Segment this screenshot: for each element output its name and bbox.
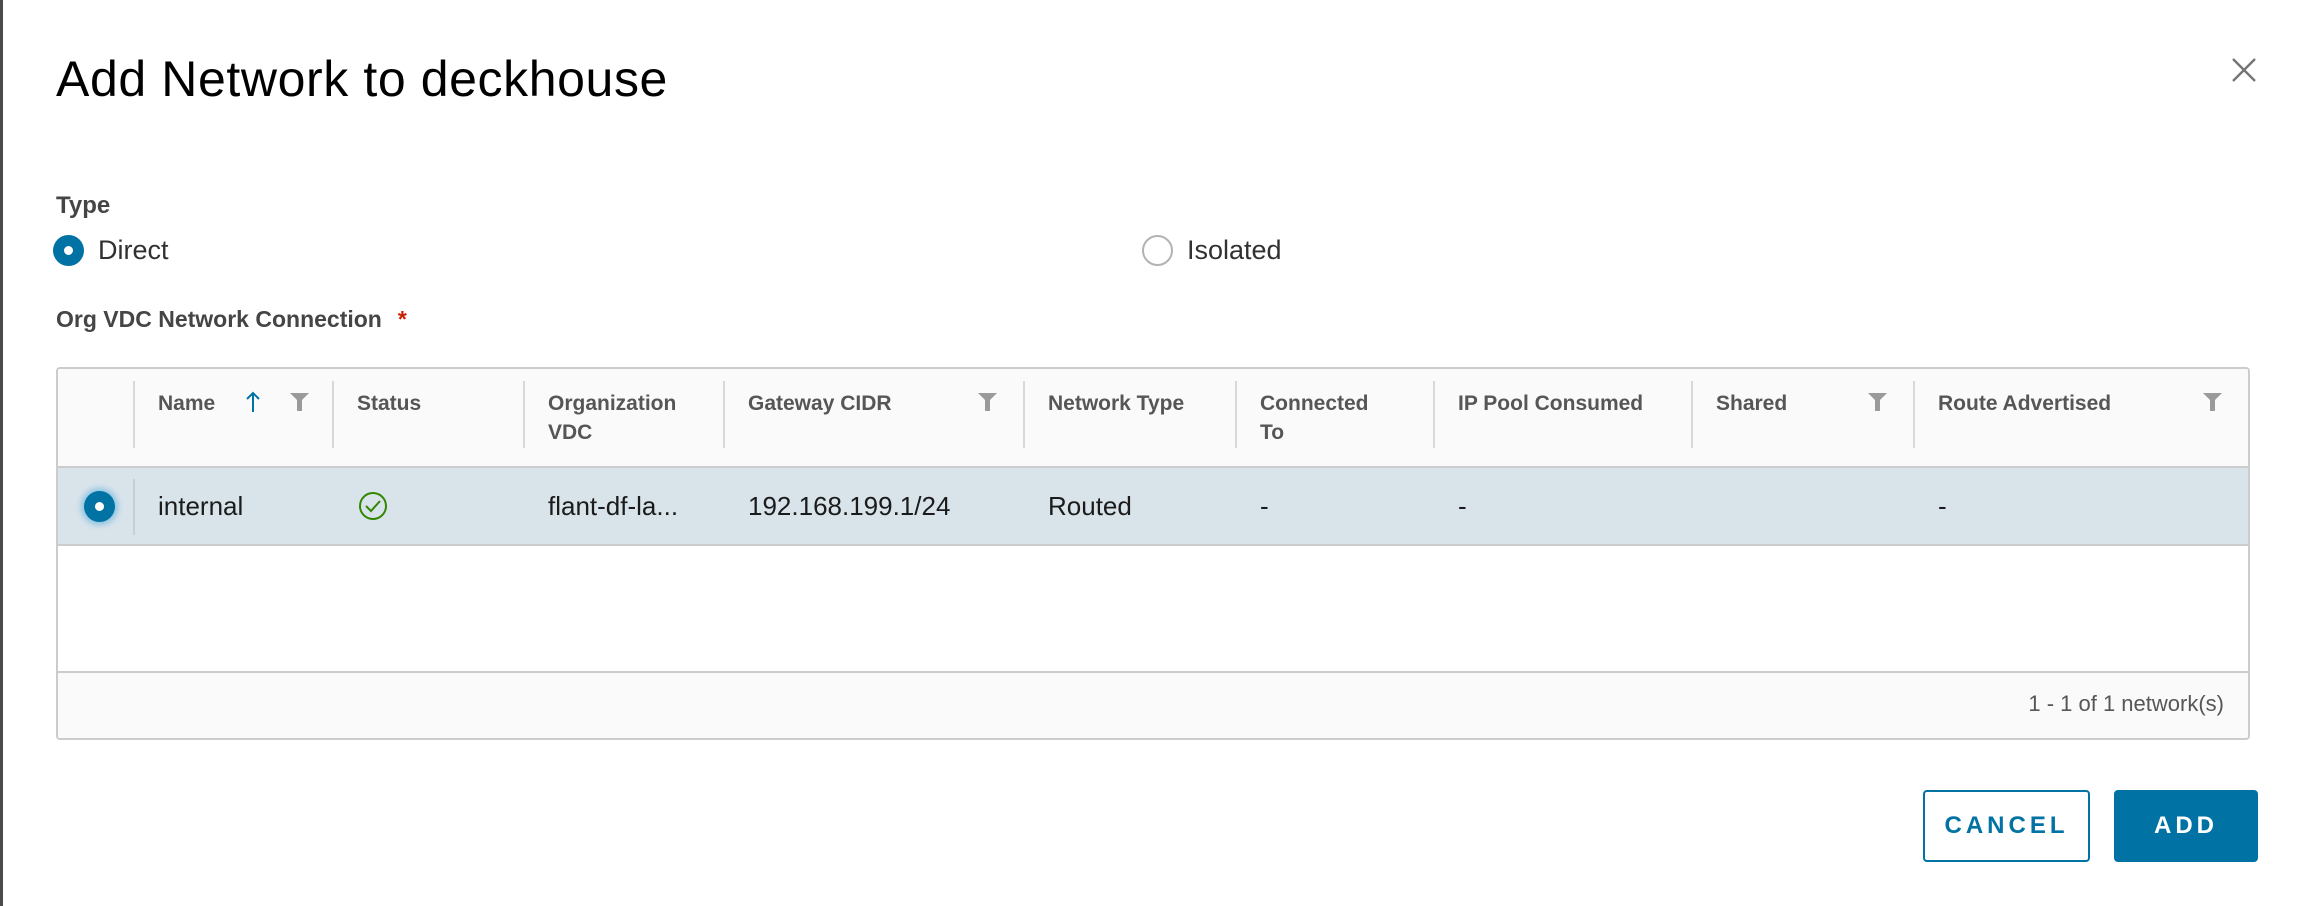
cell-text: - bbox=[1260, 490, 1269, 521]
column-divider[interactable] bbox=[723, 381, 725, 448]
cell-select[interactable] bbox=[58, 468, 133, 544]
filter-icon[interactable] bbox=[2203, 393, 2222, 411]
column-divider[interactable] bbox=[332, 381, 334, 448]
add-button[interactable]: ADD bbox=[2114, 790, 2258, 862]
check-circle-icon bbox=[359, 492, 387, 520]
connection-label-text: Org VDC Network Connection bbox=[56, 306, 382, 332]
column-header-label: Status bbox=[357, 392, 422, 415]
table-row[interactable]: internal flant-df-la... 192.168.199.1/24… bbox=[58, 468, 2248, 546]
close-icon bbox=[2232, 58, 2256, 82]
table-header: Name Status Organization VDC Gateway CID… bbox=[58, 369, 2248, 468]
cell-text: flant-df-la... bbox=[548, 490, 679, 521]
cell-text: - bbox=[1458, 490, 1467, 521]
type-radio-direct[interactable]: Direct bbox=[53, 232, 169, 268]
column-divider[interactable] bbox=[133, 381, 135, 448]
table-footer: 1 - 1 of 1 network(s) bbox=[58, 671, 2248, 738]
dialog-title: Add Network to deckhouse bbox=[56, 51, 668, 107]
radio-unchecked-icon[interactable] bbox=[1142, 234, 1173, 266]
column-header-label: Route Advertised bbox=[1938, 392, 2112, 415]
column-header-label: IP Pool Consumed bbox=[1458, 392, 1644, 415]
cell-ip-pool-consumed: - bbox=[1433, 468, 1691, 544]
column-header-label: Network Type bbox=[1048, 392, 1185, 415]
column-header-status[interactable]: Status bbox=[332, 369, 523, 466]
cell-gateway-cidr: 192.168.199.1/24 bbox=[723, 468, 1023, 544]
column-divider[interactable] bbox=[1433, 381, 1435, 448]
window-edge bbox=[0, 0, 3, 906]
column-header-network-type[interactable]: Network Type bbox=[1023, 369, 1235, 466]
cell-name: internal bbox=[133, 468, 332, 544]
column-header-label: Name bbox=[158, 392, 216, 415]
column-divider[interactable] bbox=[1235, 381, 1237, 448]
cell-network-type: Routed bbox=[1023, 468, 1235, 544]
radio-checked-icon[interactable] bbox=[53, 234, 84, 266]
filter-icon[interactable] bbox=[1868, 393, 1887, 411]
required-marker: * bbox=[397, 306, 407, 332]
cell-text: Routed bbox=[1048, 490, 1132, 521]
column-header-gateway-cidr[interactable]: Gateway CIDR bbox=[723, 369, 1023, 466]
column-header-route-advertised[interactable]: Route Advertised bbox=[1913, 369, 2248, 466]
cell-text: internal bbox=[158, 490, 244, 521]
cell-text: 192.168.199.1/24 bbox=[748, 490, 951, 521]
pagination-summary: 1 - 1 of 1 network(s) bbox=[2028, 691, 2224, 716]
cell-route-advertised: - bbox=[1913, 468, 2248, 544]
cell-text: - bbox=[1938, 490, 1947, 521]
column-divider[interactable] bbox=[1913, 381, 1915, 448]
column-divider[interactable] bbox=[1691, 381, 1693, 448]
cell-status bbox=[332, 468, 523, 544]
column-divider[interactable] bbox=[1023, 381, 1025, 448]
networks-datagrid: Name Status Organization VDC Gateway CID… bbox=[56, 367, 2250, 740]
filter-icon[interactable] bbox=[290, 393, 309, 411]
row-radio-selected-icon[interactable] bbox=[84, 490, 115, 522]
column-header-ip-pool-consumed[interactable]: IP Pool Consumed bbox=[1433, 369, 1691, 466]
type-label: Type bbox=[56, 192, 111, 219]
column-header-name[interactable]: Name bbox=[133, 369, 332, 466]
column-header-connected-to[interactable]: Connected To bbox=[1235, 369, 1433, 466]
cancel-button[interactable]: CANCEL bbox=[1923, 790, 2090, 862]
column-header-label: Gateway CIDR bbox=[748, 392, 892, 415]
sort-ascending-icon[interactable] bbox=[245, 391, 261, 413]
column-header-select bbox=[58, 369, 133, 466]
column-header-shared[interactable]: Shared bbox=[1691, 369, 1913, 466]
connection-label: Org VDC Network Connection * bbox=[56, 306, 407, 333]
cell-organization-vdc: flant-df-la... bbox=[523, 468, 723, 544]
column-header-organization-vdc[interactable]: Organization VDC bbox=[523, 369, 723, 466]
radio-label-direct: Direct bbox=[98, 234, 169, 265]
column-header-label: Connected To bbox=[1260, 392, 1369, 444]
column-header-label: Organization VDC bbox=[548, 392, 677, 444]
radio-label-isolated: Isolated bbox=[1187, 234, 1282, 265]
column-divider[interactable] bbox=[523, 381, 525, 448]
column-divider bbox=[133, 479, 135, 535]
column-header-label: Shared bbox=[1716, 392, 1788, 415]
cell-connected-to: - bbox=[1235, 468, 1433, 544]
filter-icon[interactable] bbox=[978, 393, 997, 411]
close-button[interactable] bbox=[2226, 52, 2262, 88]
type-radio-isolated[interactable]: Isolated bbox=[1142, 232, 1282, 268]
cell-shared bbox=[1691, 468, 1913, 544]
